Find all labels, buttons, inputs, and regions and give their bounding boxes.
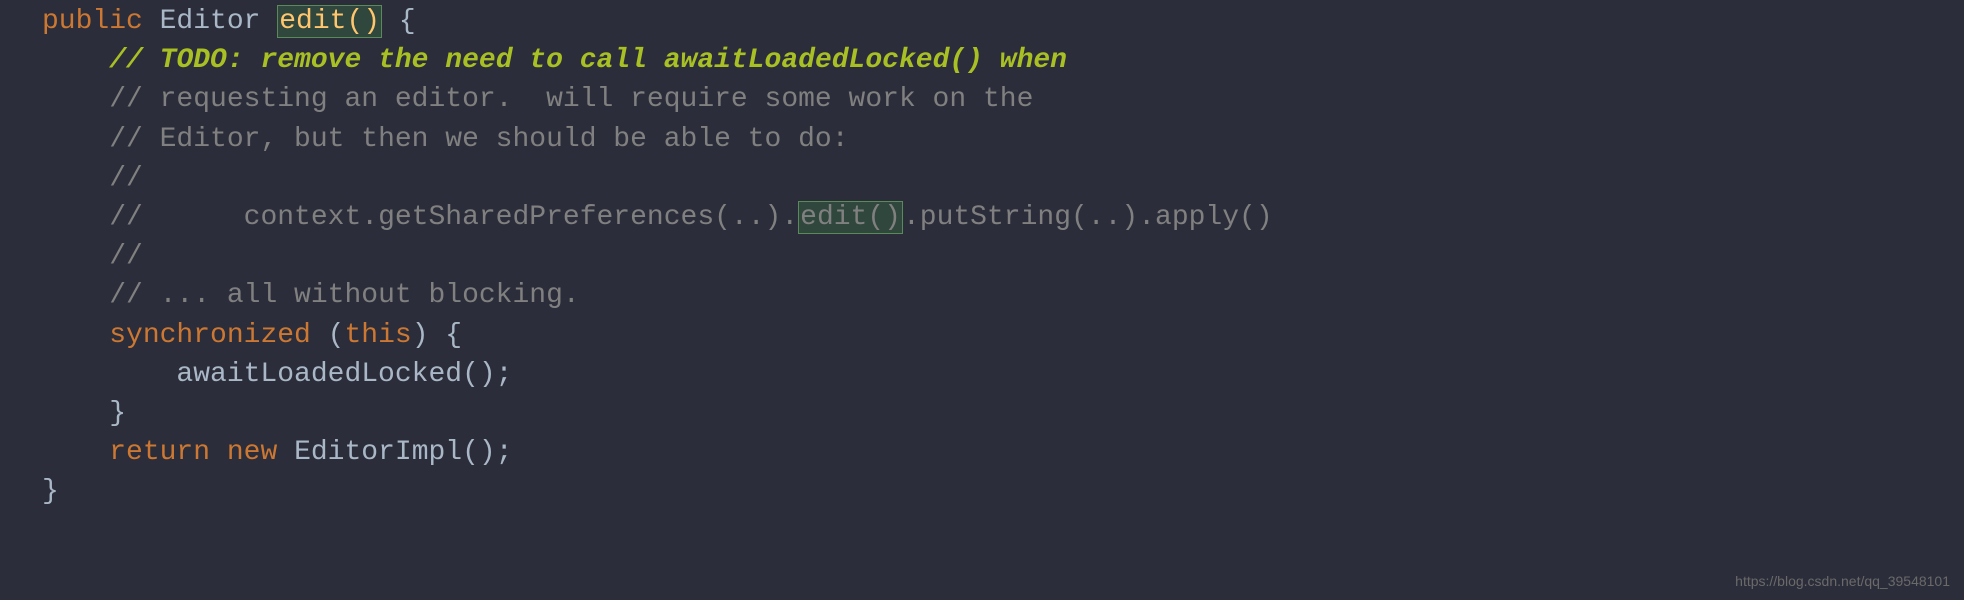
code-editor-view[interactable]: public Editor edit() { // TODO: remove t…: [0, 2, 1964, 511]
comment-text: // ... all without blocking.: [109, 280, 579, 311]
paren-open: (: [311, 320, 345, 351]
code-line-4: // Editor, but then we should be able to…: [42, 120, 1964, 159]
comment-text: // Editor, but then we should be able to…: [109, 124, 848, 155]
comment-suffix: .putString(..).apply(): [903, 202, 1273, 233]
keyword-return: return: [109, 437, 210, 468]
code-line-9: synchronized (this) {: [42, 316, 1964, 355]
code-line-10: awaitLoadedLocked();: [42, 355, 1964, 394]
code-line-3: // requesting an editor. will require so…: [42, 80, 1964, 119]
code-line-1: public Editor edit() {: [42, 2, 1964, 41]
close-brace: }: [109, 398, 126, 429]
comment-text: // requesting an editor. will require so…: [109, 84, 1033, 115]
code-line-7: //: [42, 237, 1964, 276]
comment-prefix: // context.getSharedPreferences(..).: [109, 202, 798, 233]
code-line-11: }: [42, 394, 1964, 433]
keyword-synchronized: synchronized: [109, 320, 311, 351]
keyword-new: new: [210, 437, 277, 468]
method-call-awaitloadedlocked: awaitLoadedLocked();: [176, 359, 512, 390]
edit-highlight-in-comment: edit(): [798, 201, 903, 234]
keyword-this: this: [344, 320, 411, 351]
comment-slashes: //: [109, 45, 159, 76]
code-line-13: return new EditorImpl();: [42, 433, 1964, 472]
constructor-editorimpl: EditorImpl();: [277, 437, 512, 468]
type-editor: Editor: [143, 6, 277, 37]
paren-close-brace: ) {: [412, 320, 462, 351]
open-brace: {: [382, 6, 416, 37]
watermark-text: https://blog.csdn.net/qq_39548101: [1735, 572, 1950, 592]
comment-text: //: [109, 163, 143, 194]
keyword-public: public: [42, 6, 143, 37]
todo-comment: TODO: remove the need to call awaitLoade…: [160, 45, 1067, 76]
code-line-14: }: [42, 472, 1964, 511]
code-line-6: // context.getSharedPreferences(..).edit…: [42, 198, 1964, 237]
comment-text: //: [109, 241, 143, 272]
code-line-8: // ... all without blocking.: [42, 276, 1964, 315]
code-line-2: // TODO: remove the need to call awaitLo…: [42, 41, 1964, 80]
close-brace-method: }: [42, 476, 59, 507]
method-edit-highlighted: edit(): [277, 5, 382, 38]
code-line-5: //: [42, 159, 1964, 198]
